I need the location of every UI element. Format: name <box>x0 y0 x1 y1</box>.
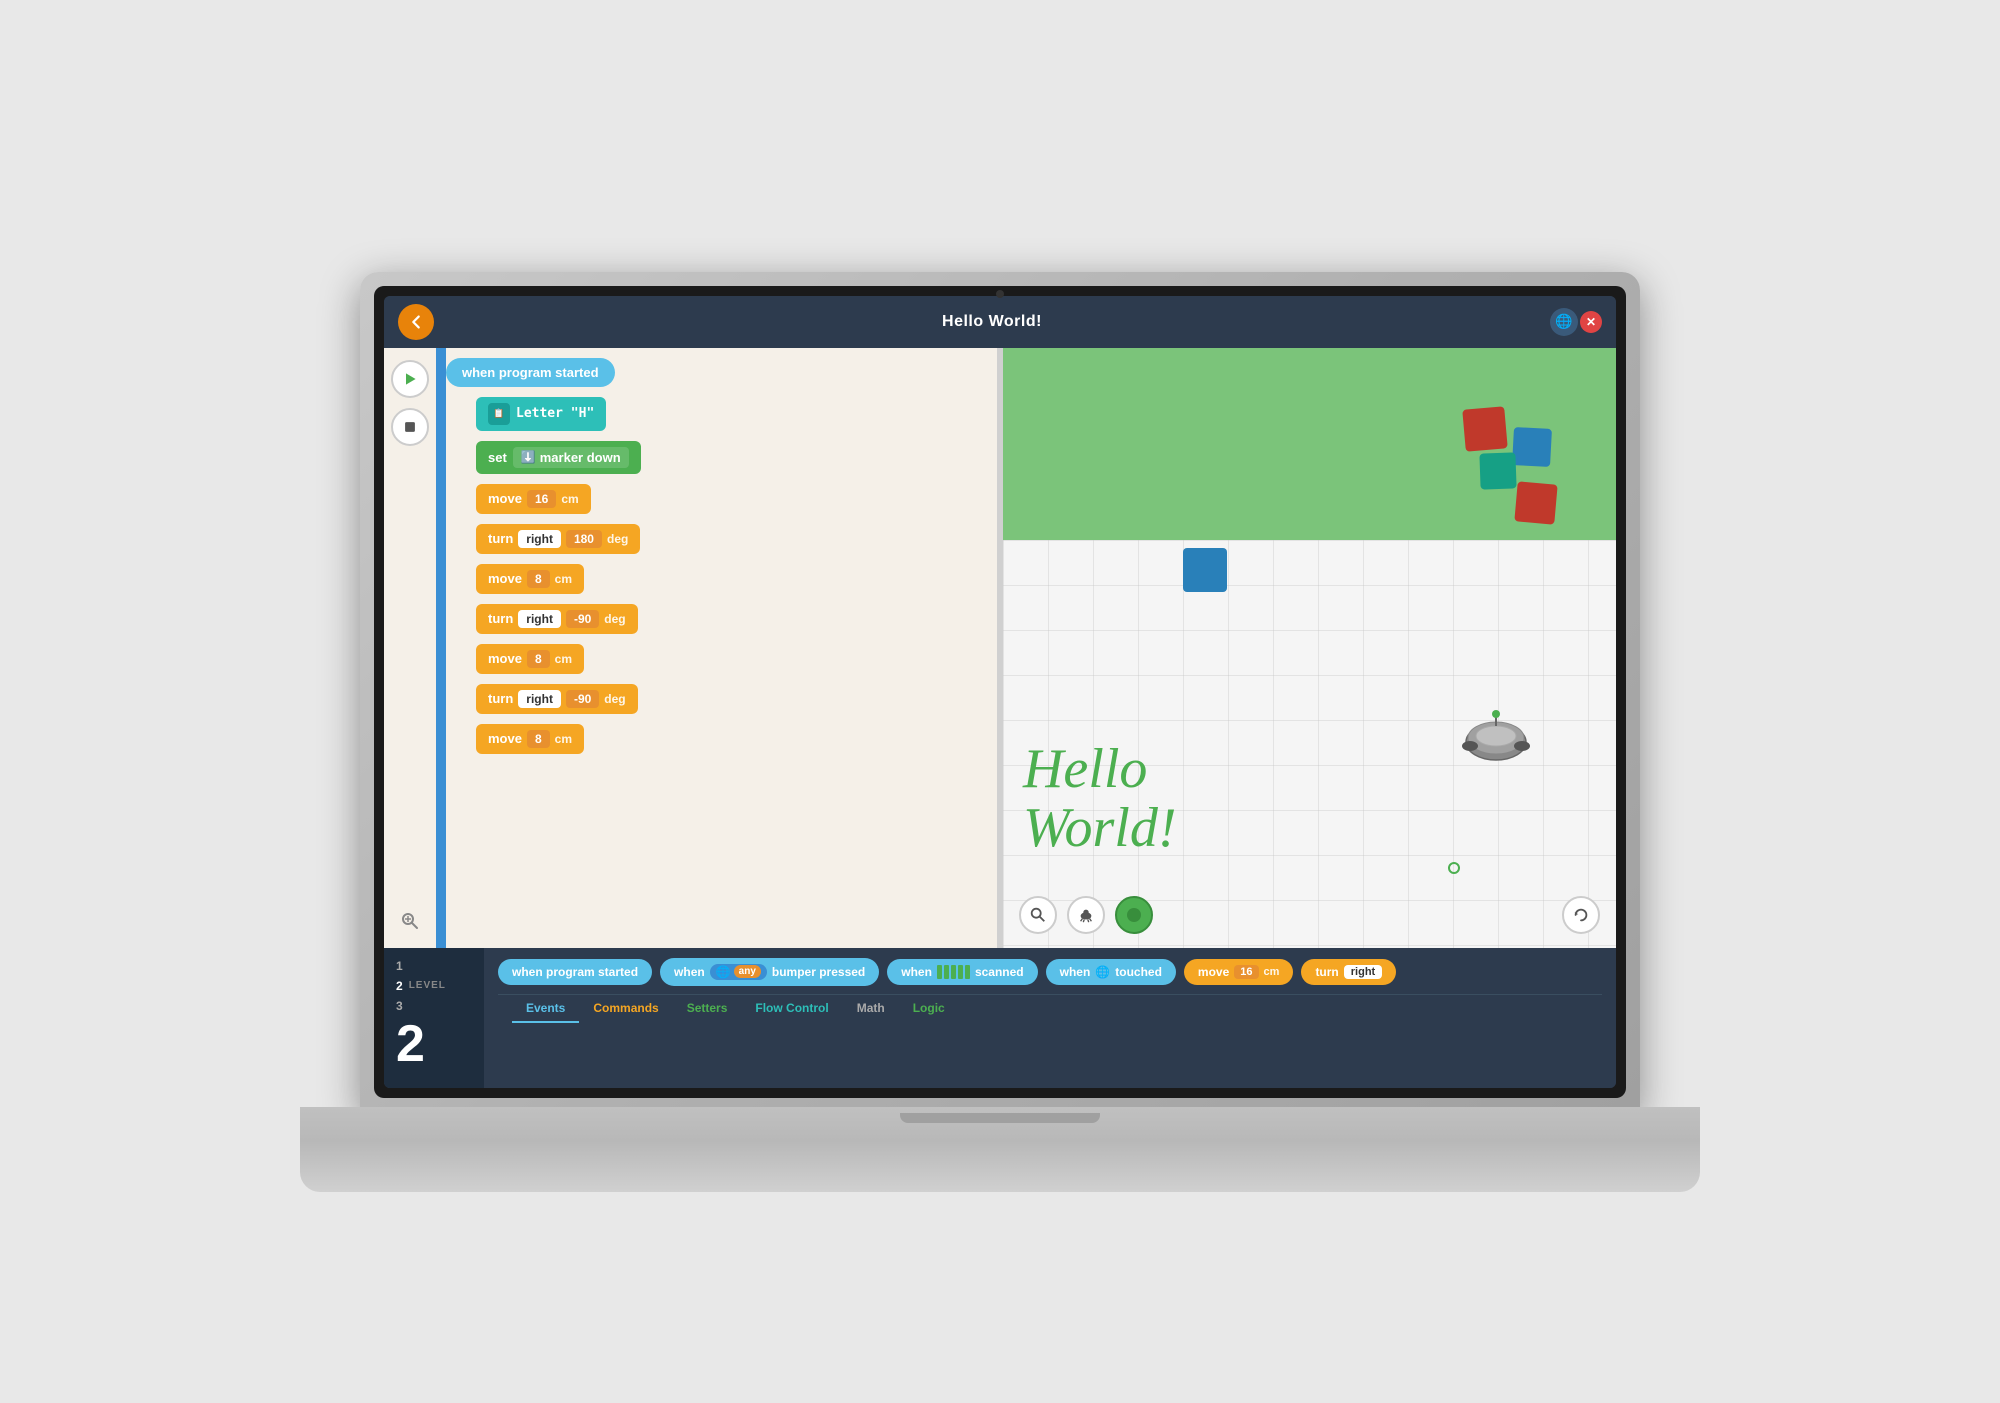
move4-block[interactable]: move 8 cm <box>476 724 584 754</box>
tab-commands[interactable]: Commands <box>579 995 672 1023</box>
laptop-notch <box>900 1113 1100 1123</box>
bumper-icon-group: 🌐 any <box>710 964 767 980</box>
sim-play-button[interactable] <box>1115 896 1153 934</box>
move1-block-row: move 16 cm <box>476 484 987 514</box>
level-item-3: 3 <box>396 996 472 1016</box>
side-controls <box>384 348 436 948</box>
sim-hello-world-text: Hello World! <box>1023 740 1177 858</box>
turn2-block-row: turn right -90 deg <box>476 604 987 634</box>
cube-blue-2 <box>1183 548 1227 592</box>
tab-logic[interactable]: Logic <box>899 995 959 1023</box>
laptop-base <box>300 1107 1700 1192</box>
palette-move-block[interactable]: move 16 cm <box>1184 959 1294 985</box>
robot <box>1456 698 1536 778</box>
turn1-block[interactable]: turn right 180 deg <box>476 524 640 554</box>
zoom-button[interactable] <box>395 906 425 936</box>
sim-viewport: Hello World! <box>1003 348 1616 948</box>
cube-blue-1 <box>1512 427 1552 467</box>
turn3-block[interactable]: turn right -90 deg <box>476 684 638 714</box>
globe-icon: 🌐 <box>1550 308 1578 336</box>
tab-setters[interactable]: Setters <box>673 995 742 1023</box>
palette-bumper-block[interactable]: when 🌐 any bumper pressed <box>660 958 879 986</box>
tab-math[interactable]: Math <box>843 995 899 1023</box>
tab-flow-control[interactable]: Flow Control <box>741 995 842 1023</box>
app-screen: Hello World! 🌐 ✕ <box>384 296 1616 1088</box>
cube-teal <box>1479 452 1516 489</box>
cube-red-2 <box>1514 481 1557 524</box>
set-block[interactable]: set ⬇️ marker down <box>476 441 641 474</box>
category-tabs: Events Commands Setters Fl <box>498 994 1602 1031</box>
bottom-content: 1 2 LEVEL 3 2 <box>384 948 1616 1088</box>
event-block[interactable]: when program started <box>446 358 615 387</box>
blue-separator <box>436 348 446 948</box>
blocks-palette: when program started when 🌐 any <box>484 948 1616 1088</box>
back-button[interactable] <box>398 304 434 340</box>
turn1-block-row: turn right 180 deg <box>476 524 987 554</box>
letter-block-row: 📋 Letter "H" <box>476 397 987 431</box>
bottom-area: 1 2 LEVEL 3 2 <box>384 948 1616 1088</box>
set-inner-block: ⬇️ marker down <box>513 447 629 468</box>
letter-icon: 📋 <box>488 403 510 425</box>
palette-event-block[interactable]: when program started <box>498 959 652 985</box>
move1-block[interactable]: move 16 cm <box>476 484 591 514</box>
palette-scan-block[interactable]: when scanned <box>887 959 1037 985</box>
scan-bars-group <box>937 965 970 979</box>
palette-touch-block[interactable]: when 🌐 touched <box>1046 959 1176 985</box>
laptop-lid: Hello World! 🌐 ✕ <box>360 272 1640 1112</box>
letter-block[interactable]: 📋 Letter "H" <box>476 397 606 431</box>
move4-block-row: move 8 cm <box>476 724 987 754</box>
sim-controls <box>1019 896 1153 934</box>
stop-button[interactable] <box>391 408 429 446</box>
marker-dot <box>1448 862 1460 874</box>
move2-block[interactable]: move 8 cm <box>476 564 584 594</box>
move2-block-row: move 8 cm <box>476 564 987 594</box>
move3-block[interactable]: move 8 cm <box>476 644 584 674</box>
close-button[interactable]: 🌐 ✕ <box>1550 308 1602 336</box>
palette-row: when program started when 🌐 any <box>498 958 1602 986</box>
sim-turtle-button[interactable] <box>1067 896 1105 934</box>
code-panel: when program started 📋 Le <box>384 348 997 948</box>
tab-events[interactable]: Events <box>512 995 579 1023</box>
green-dot <box>1127 908 1141 922</box>
level-panel: 1 2 LEVEL 3 2 <box>384 948 484 1088</box>
level-item-2: 2 LEVEL <box>396 976 472 996</box>
set-block-row: set ⬇️ marker down <box>476 441 987 474</box>
blocks-indent: 📋 Letter "H" set <box>476 397 987 758</box>
palette-turn-block[interactable]: turn right <box>1301 959 1396 985</box>
play-button[interactable] <box>391 360 429 398</box>
blocks-area: when program started 📋 Le <box>446 348 997 948</box>
laptop-wrapper: Hello World! 🌐 ✕ <box>300 212 1700 1192</box>
simulation-panel: Hello World! <box>1003 348 1616 948</box>
move3-block-row: move 8 cm <box>476 644 987 674</box>
app-title: Hello World! <box>434 313 1550 331</box>
screen-bezel: Hello World! 🌐 ✕ <box>374 286 1626 1098</box>
top-bar: Hello World! 🌐 ✕ <box>384 296 1616 348</box>
camera-dot <box>996 290 1004 298</box>
sim-reload-button[interactable] <box>1562 896 1600 934</box>
turn3-block-row: turn right -90 deg <box>476 684 987 714</box>
x-icon[interactable]: ✕ <box>1580 311 1602 333</box>
app-container: Hello World! 🌐 ✕ <box>384 296 1616 1088</box>
turn2-block[interactable]: turn right -90 deg <box>476 604 638 634</box>
sim-zoom-button[interactable] <box>1019 896 1057 934</box>
level-item-1: 1 <box>396 956 472 976</box>
event-block-row: when program started <box>446 358 987 387</box>
cube-red-1 <box>1462 406 1508 452</box>
main-area: when program started 📋 Le <box>384 348 1616 948</box>
